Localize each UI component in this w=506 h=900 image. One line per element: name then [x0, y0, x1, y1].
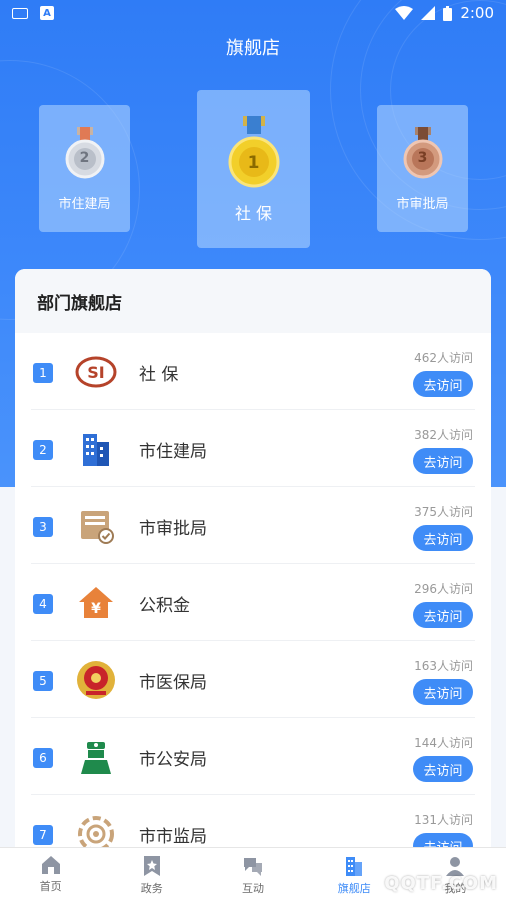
svg-text:¥: ¥ — [91, 601, 101, 617]
list-item: 2 市住建局 382人访问 去访问 — [31, 410, 475, 487]
rank-badge: 2 — [33, 440, 53, 460]
podium-card-3[interactable]: 3 市审批局 — [377, 105, 468, 232]
visit-button[interactable]: 去访问 — [413, 525, 473, 551]
visit-button[interactable]: 去访问 — [413, 371, 473, 397]
watermark: QQTF.COM — [384, 873, 498, 894]
home-icon — [41, 856, 60, 874]
visit-count: 375人访问 — [414, 505, 473, 519]
bottom-tab-bar: 首页 政务 互动 旗舰店 我的 QQTF.COM — [0, 847, 506, 900]
rank-badge: 4 — [33, 594, 53, 614]
status-bar: A 2:00 — [0, 0, 506, 26]
tab-label: 政务 — [140, 882, 163, 895]
department-name: 市公安局 — [139, 750, 207, 770]
housing-fund-icon: ¥ — [79, 587, 113, 618]
visit-count: 144人访问 — [414, 736, 473, 750]
visit-count: 131人访问 — [414, 813, 473, 827]
visit-count: 163人访问 — [414, 659, 473, 673]
department-name: 市市监局 — [139, 827, 207, 847]
tab-label: 互动 — [242, 882, 264, 895]
department-name: 市审批局 — [139, 519, 207, 539]
podium-card-1[interactable]: 1 社 保 — [197, 90, 310, 248]
keyboard-icon — [12, 7, 28, 19]
tab-home[interactable]: 首页 — [0, 848, 101, 900]
bookmark-icon — [143, 856, 160, 876]
battery-icon — [443, 5, 453, 21]
list-item: 5 市医保局 163人访问 去访问 — [31, 641, 475, 718]
list-item: 6 市公安局 144人访问 去访问 — [31, 718, 475, 795]
list-item: 3 市审批局 375人访问 去访问 — [31, 487, 475, 564]
podium-rank-2: 2 — [79, 150, 90, 166]
tab-interaction[interactable]: 互动 — [202, 848, 303, 900]
a-badge-icon: A — [40, 6, 54, 20]
department-name: 公积金 — [139, 596, 190, 616]
list-item: 4 ¥ 公积金 296人访问 去访问 — [31, 564, 475, 641]
podium-label-3: 市审批局 — [396, 197, 449, 212]
police-icon — [81, 742, 111, 774]
visit-count: 296人访问 — [414, 582, 473, 596]
building-icon — [83, 434, 109, 466]
wifi-icon — [395, 6, 414, 20]
podium-rank-3: 3 — [417, 150, 428, 166]
emblem-icon — [77, 661, 115, 699]
building-icon — [346, 857, 363, 876]
podium-card-2[interactable]: 2 市住建局 — [39, 105, 130, 232]
visit-button[interactable]: 去访问 — [413, 679, 473, 705]
department-name: 社 保 — [139, 365, 179, 385]
visit-button[interactable]: 去访问 — [413, 602, 473, 628]
svg-text:SI: SI — [87, 363, 104, 382]
panel-title: 部门旗舰店 — [15, 269, 491, 333]
clock: 2:00 — [460, 4, 494, 22]
tab-label: 旗舰店 — [337, 882, 371, 895]
tab-label: 首页 — [39, 880, 62, 893]
podium-rank-1: 1 — [247, 153, 260, 173]
chat-icon — [244, 858, 262, 876]
list-item: 1 SI 社 保 462人访问 去访问 — [31, 333, 475, 410]
approval-icon — [81, 511, 114, 544]
visit-count: 382人访问 — [414, 428, 473, 442]
rank-badge: 6 — [33, 748, 53, 768]
page-title: 旗舰店 — [226, 38, 280, 59]
visit-button[interactable]: 去访问 — [413, 448, 473, 474]
podium-label-2: 市住建局 — [58, 197, 111, 212]
rank-badge: 7 — [33, 825, 53, 845]
rank-badge: 5 — [33, 671, 53, 691]
department-list-panel: 部门旗舰店 1 SI 社 保 462人访问 去访问 2 市住建局 382人访问 … — [15, 269, 491, 859]
department-name: 市医保局 — [139, 673, 207, 693]
podium-label-1: 社 保 — [234, 204, 273, 223]
tab-government[interactable]: 政务 — [101, 848, 202, 900]
department-name: 市住建局 — [139, 442, 207, 462]
signal-icon — [421, 6, 436, 20]
visit-button[interactable]: 去访问 — [413, 756, 473, 782]
rank-badge: 3 — [33, 517, 53, 537]
visit-count: 462人访问 — [414, 351, 473, 365]
si-logo-icon: SI — [75, 356, 117, 388]
rank-badge: 1 — [33, 363, 53, 383]
